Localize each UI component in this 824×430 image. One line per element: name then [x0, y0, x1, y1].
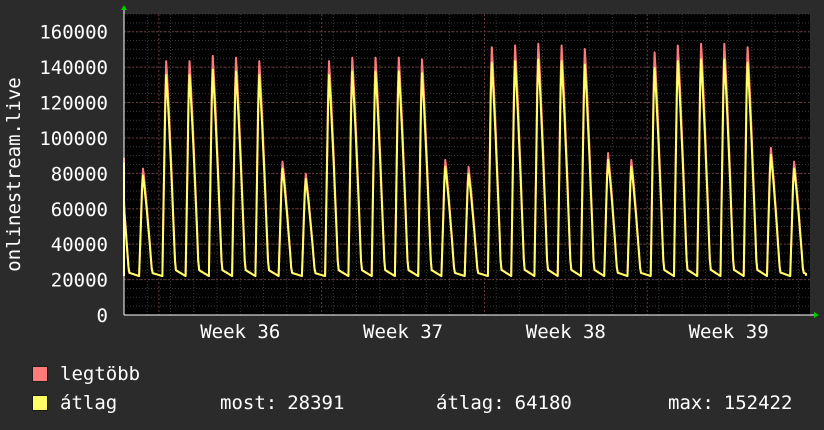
- stat-current-label: most:: [220, 392, 278, 414]
- stat-max-label: max:: [668, 392, 714, 414]
- y-tick-label: 80000: [51, 163, 108, 185]
- legend-avg-label: átlag: [60, 392, 118, 414]
- legend-avg-swatch: [32, 395, 48, 411]
- x-tick-label: Week 37: [363, 321, 443, 343]
- y-tick-label: 20000: [51, 270, 108, 292]
- legend-max-label: legtöbb: [60, 363, 141, 385]
- legend-max: legtöbb: [32, 363, 141, 385]
- y-tick-label: 60000: [51, 199, 108, 221]
- legend-avg: átlag most: 28391 átlag: 64180 max: 152422: [32, 392, 792, 414]
- y-tick-label: 160000: [39, 22, 108, 44]
- y-tick-label: 120000: [39, 93, 108, 115]
- stat-average-label: átlag:: [436, 392, 505, 414]
- y-tick-label: 0: [97, 305, 108, 327]
- stat-average-value: 64180: [514, 392, 572, 414]
- stat-current-value: 28391: [287, 392, 345, 414]
- y-tick-label: 140000: [39, 57, 108, 79]
- x-tick-label: Week 38: [526, 321, 606, 343]
- x-tick-label: Week 39: [689, 321, 769, 343]
- x-axis-arrow-icon: [814, 312, 819, 318]
- stat-max-value: 152422: [723, 392, 793, 414]
- stat-average: átlag: 64180: [436, 392, 668, 414]
- stat-current: most: 28391: [220, 392, 436, 414]
- y-axis-title: onlinestream.live: [3, 77, 25, 271]
- stat-max: max: 152422: [668, 392, 792, 414]
- y-axis-arrow-icon: [121, 5, 127, 10]
- x-tick-label: Week 36: [200, 321, 280, 343]
- y-tick-label: 40000: [51, 234, 108, 256]
- legend-max-swatch: [32, 366, 48, 382]
- y-tick-label: 100000: [39, 128, 108, 150]
